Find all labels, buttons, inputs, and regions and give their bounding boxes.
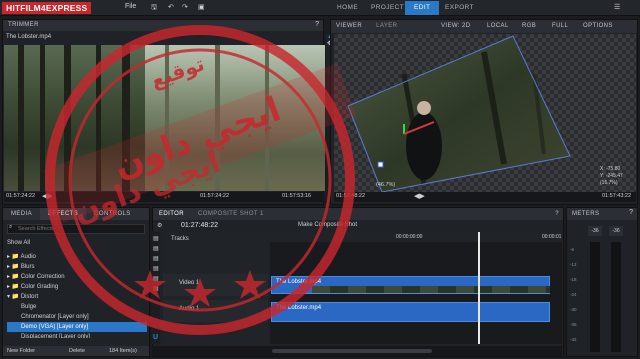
ruler-mark-mid: 00:00:00:00 — [396, 234, 423, 240]
coord-readout: X: -75.80 Y: -245.47 (16.7%) — [600, 166, 623, 186]
layer-tab[interactable]: LAYER — [376, 23, 397, 29]
meters-panel: METERS ? -36 -36 -6 -12 -18 -24 -30 -36 -42 — [566, 207, 638, 357]
figure — [406, 112, 442, 180]
scroll-thumb[interactable] — [272, 349, 432, 353]
show-all-select[interactable]: Show All — [7, 240, 30, 246]
editor-help-icon[interactable]: ? — [555, 208, 559, 220]
account-icon[interactable]: ☰ — [614, 3, 620, 11]
new-folder-button[interactable]: New Folder — [7, 346, 35, 356]
viewer-header: VIEWER LAYER VIEW: 2D LOCAL RGB FULL OPT… — [331, 20, 637, 33]
meters-help-icon[interactable]: ? — [629, 209, 633, 216]
local-select[interactable]: LOCAL — [487, 20, 509, 33]
options-menu[interactable]: OPTIONS — [583, 20, 613, 33]
app-logo: HITFILM4EXPRESS — [2, 2, 92, 14]
delete-button[interactable]: Delete — [69, 346, 85, 356]
meter-left-peak: -36 — [588, 226, 602, 236]
save-icon[interactable]: 🖫 — [151, 3, 157, 14]
tab-export[interactable]: EXPORT — [436, 1, 483, 15]
item-count: 184 Item(s) — [109, 348, 137, 354]
editor-scrollbar[interactable] — [152, 346, 562, 356]
rotated-layer[interactable] — [334, 34, 636, 192]
meter-right-peak: -36 — [609, 226, 623, 236]
top-bar: HITFILM4EXPRESS File 🖫 ↶ ↷ ▣ HOME PROJEC… — [0, 0, 640, 16]
view-mode-select[interactable]: VIEW: 2D — [441, 20, 470, 33]
tab-edit[interactable]: EDIT — [405, 1, 440, 15]
meter-right — [611, 242, 621, 352]
redo-icon[interactable]: ↷ — [182, 3, 188, 11]
meter-scale: -6 -12 -18 -24 -30 -36 -42 — [570, 247, 577, 342]
viewer-play-icon[interactable]: ◀▶ — [414, 192, 425, 200]
meters-title: METERS — [567, 208, 637, 220]
trimmer-time-left: 01:57:24:22 — [6, 193, 36, 199]
undo-icon[interactable]: ↶ — [168, 3, 174, 11]
viewer-zoom: (46.7%) — [376, 182, 396, 188]
rgb-select[interactable]: RGB — [522, 20, 536, 33]
viewer-transport: 01:57:48:22 ◀▶ 01:57:43:22 — [334, 192, 636, 202]
tab-media[interactable]: MEDIA — [3, 208, 40, 220]
file-menu[interactable]: File — [125, 3, 136, 10]
corner-handle[interactable] — [377, 161, 384, 168]
search-icon: ⌕ — [9, 224, 13, 230]
layout-icon[interactable]: ▣ — [198, 3, 205, 11]
full-select[interactable]: FULL — [552, 20, 568, 33]
effects-footer: New Folder Delete 184 Item(s) — [3, 346, 149, 356]
meter-left — [590, 242, 600, 352]
playhead[interactable] — [478, 232, 480, 344]
ruler-mark-right: 00:00:01 — [542, 234, 562, 240]
viewer-time-right: 01:57:43:22 — [602, 193, 632, 199]
